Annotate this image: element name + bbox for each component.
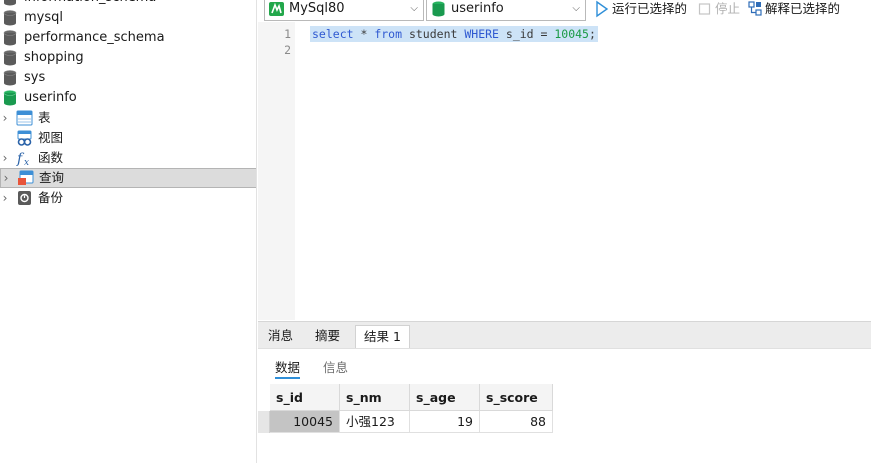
db-label: shopping	[24, 50, 84, 65]
line-number: 1	[284, 27, 291, 41]
stop-icon	[698, 3, 711, 15]
chevron-down-icon: ⌵	[572, 3, 580, 14]
tree-node-label: 视图	[38, 130, 64, 145]
column-header-s-nm[interactable]: s_nm	[340, 384, 410, 411]
db-item-performance-schema[interactable]: performance_schema	[0, 28, 256, 48]
db-item-shopping[interactable]: shopping	[0, 48, 256, 68]
run-selected-button[interactable]: 运行已选择的	[595, 0, 687, 18]
db-label: information_schema	[24, 0, 156, 6]
explain-selected-button[interactable]: 解释已选择的	[748, 0, 840, 18]
tab-info[interactable]: 信息	[323, 359, 348, 377]
tab-data[interactable]: 数据	[275, 359, 301, 379]
sql-keyword: select	[312, 27, 354, 41]
line-number-gutter: 1 2	[258, 22, 295, 320]
database-open-icon	[3, 90, 17, 106]
tree-node-label: 函数	[38, 150, 64, 165]
sql-token: s_id =	[498, 27, 555, 41]
table-cell[interactable]: 19	[410, 411, 480, 433]
sql-editor[interactable]: 1 2 select * from student WHERE s_id = 1…	[258, 22, 871, 320]
sql-token: ;	[588, 27, 596, 41]
chevron-right-icon[interactable]: ›	[0, 150, 10, 166]
stop-label: 停止	[715, 1, 741, 16]
run-selected-label: 运行已选择的	[612, 1, 688, 16]
tree-node-label: 表	[38, 110, 51, 125]
database-value: userinfo	[451, 1, 504, 16]
db-item-userinfo[interactable]: userinfo	[0, 88, 256, 108]
explain-selected-label: 解释已选择的	[765, 1, 841, 16]
table-icon	[16, 110, 33, 126]
column-header-s-score[interactable]: s_score	[480, 384, 553, 411]
db-label: userinfo	[24, 90, 77, 105]
result-tab-bar: 消息 摘要 结果 1	[258, 321, 871, 349]
backup-icon	[18, 191, 31, 205]
column-header-s-age[interactable]: s_age	[410, 384, 480, 411]
sql-keyword: from	[374, 27, 403, 41]
sql-keyword: WHERE	[464, 27, 499, 41]
tab-messages[interactable]: 消息	[260, 325, 301, 349]
db-item-mysql[interactable]: mysql	[0, 8, 256, 28]
mysql-connection-icon	[269, 2, 284, 16]
table-cell[interactable]: 88	[480, 411, 553, 433]
object-navigator: information_schema mysql performance_sch…	[0, 0, 257, 463]
db-label: mysql	[24, 10, 63, 25]
tree-node-label: 备份	[38, 190, 64, 205]
table-cell[interactable]: 小强123	[340, 411, 410, 433]
connection-select[interactable]: MySql80 ⌵	[264, 0, 424, 21]
tree-node-label: 查询	[39, 170, 65, 185]
sql-token: student	[402, 27, 465, 41]
database-open-icon	[432, 1, 445, 17]
query-icon	[18, 170, 34, 185]
tree-node-functions[interactable]: › f x 函数	[0, 148, 256, 168]
db-item-sys[interactable]: sys	[0, 68, 256, 88]
database-icon	[3, 70, 17, 86]
tab-result-1[interactable]: 结果 1	[355, 325, 410, 349]
row-indicator[interactable]	[258, 411, 270, 433]
chevron-right-icon[interactable]: ›	[1, 170, 11, 186]
svg-text:x: x	[24, 158, 29, 166]
result-sub-tabs: 数据 信息	[258, 348, 871, 384]
tab-summary[interactable]: 摘要	[307, 325, 348, 349]
db-item-information-schema[interactable]: information_schema	[0, 0, 256, 8]
tree-node-tables[interactable]: › 表	[0, 108, 256, 128]
database-icon	[3, 30, 17, 46]
line-number: 2	[284, 43, 291, 57]
database-icon	[3, 50, 17, 66]
chevron-right-icon[interactable]: ›	[0, 190, 10, 206]
function-icon: f x	[16, 151, 29, 166]
sql-number: 10045	[554, 27, 589, 41]
sql-token: *	[353, 27, 375, 41]
view-icon	[17, 130, 32, 146]
db-label: sys	[24, 70, 46, 85]
tree-node-backups[interactable]: › 备份	[0, 188, 256, 208]
result-grid: s_id s_nm s_age s_score 10045 小强123 19 8…	[258, 384, 871, 463]
db-label: performance_schema	[24, 30, 165, 45]
database-select[interactable]: userinfo ⌵	[426, 0, 586, 21]
explain-icon	[748, 1, 762, 16]
chevron-down-icon: ⌵	[410, 3, 418, 14]
connection-value: MySql80	[289, 1, 345, 16]
query-toolbar: MySql80 ⌵ userinfo ⌵ 运行已选择的 停止 解释已选择的	[258, 0, 871, 22]
tree-node-queries[interactable]: › 查询	[0, 168, 256, 188]
column-header-s-id[interactable]: s_id	[270, 384, 340, 411]
stop-button[interactable]: 停止	[698, 0, 740, 18]
play-icon	[596, 0, 609, 18]
tree-node-views[interactable]: 视图	[0, 128, 256, 148]
database-icon	[3, 10, 17, 26]
chevron-right-icon[interactable]: ›	[0, 110, 10, 126]
code-line-selected[interactable]: select * from student WHERE s_id = 10045…	[310, 26, 598, 42]
database-icon	[4, 0, 16, 6]
table-cell[interactable]: 10045	[270, 411, 340, 433]
